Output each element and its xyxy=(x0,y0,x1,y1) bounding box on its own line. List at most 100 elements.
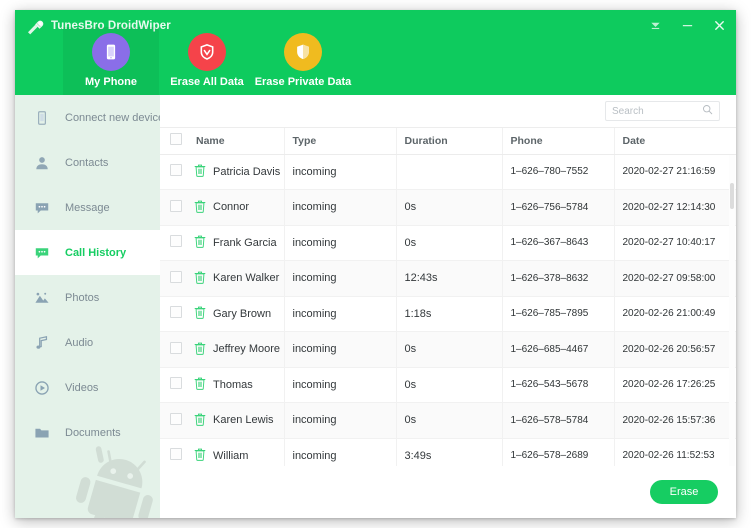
trash-icon[interactable] xyxy=(194,163,206,180)
cell-phone: 1–626–378–8632 xyxy=(502,261,614,297)
contact-name: Connor xyxy=(213,201,249,213)
vertical-scrollbar[interactable] xyxy=(729,155,735,466)
cell-date: 2020-02-27 09:58:00 xyxy=(614,261,736,297)
sidebar-item-call-history[interactable]: Call History xyxy=(15,230,160,275)
column-header-duration[interactable]: Duration xyxy=(396,128,502,154)
row-checkbox[interactable] xyxy=(170,164,182,176)
shield-lock-icon xyxy=(284,33,322,71)
search-box[interactable] xyxy=(605,101,720,121)
table-row[interactable]: Gary Brown incoming 1:18s 1–626–785–7895… xyxy=(160,296,736,332)
sidebar-item-label: Photos xyxy=(65,292,99,304)
sidebar-item-label: Documents xyxy=(65,427,121,439)
sidebar-item-audio[interactable]: Audio xyxy=(15,320,160,365)
minimize-button[interactable] xyxy=(678,16,696,34)
content-toolbar xyxy=(160,95,736,127)
sidebar-item-contacts[interactable]: Contacts xyxy=(15,140,160,185)
trash-icon[interactable] xyxy=(194,270,206,287)
column-header-phone[interactable]: Phone xyxy=(502,128,614,154)
contact-name: Jeffrey Moore xyxy=(213,343,280,355)
sidebar-item-label: Message xyxy=(65,202,110,214)
folder-icon xyxy=(33,424,51,442)
content-panel: Name Type Duration Phone Date xyxy=(160,95,736,518)
trash-icon[interactable] xyxy=(194,341,206,358)
screen: TunesBro DroidWiper xyxy=(0,0,751,528)
cell-date: 2020-02-27 21:16:59 xyxy=(614,154,736,190)
shield-check-icon xyxy=(188,33,226,71)
cell-phone: 1–626–543–5678 xyxy=(502,367,614,403)
trash-icon[interactable] xyxy=(194,305,206,322)
row-select-cell xyxy=(160,332,188,368)
contact-name: William xyxy=(213,450,248,462)
table-body: Patricia Davis incoming 1–626–780–7552 2… xyxy=(160,154,736,466)
cell-type: incoming xyxy=(284,225,396,261)
sidebar-item-documents[interactable]: Documents xyxy=(15,410,160,455)
footer-bar: Erase xyxy=(160,466,736,518)
smartphone-icon xyxy=(92,33,130,71)
row-checkbox[interactable] xyxy=(170,200,182,212)
row-checkbox[interactable] xyxy=(170,448,182,460)
cell-phone: 1–626–756–5784 xyxy=(502,190,614,226)
row-checkbox[interactable] xyxy=(170,271,182,283)
window-controls xyxy=(646,16,728,34)
cell-duration: 0s xyxy=(396,332,502,368)
row-checkbox[interactable] xyxy=(170,235,182,247)
trash-icon[interactable] xyxy=(194,376,206,393)
chat-bubble-icon xyxy=(33,199,51,217)
row-select-cell xyxy=(160,190,188,226)
cell-phone: 1–626–780–7552 xyxy=(502,154,614,190)
column-header-type[interactable]: Type xyxy=(284,128,396,154)
tab-label: My Phone xyxy=(85,76,137,88)
sidebar-item-label: Audio xyxy=(65,337,93,349)
tab-label: Erase All Data xyxy=(170,76,244,88)
cell-type: incoming xyxy=(284,190,396,226)
trash-icon[interactable] xyxy=(194,199,206,216)
cell-duration: 0s xyxy=(396,190,502,226)
sidebar-item-connect-new-device[interactable]: Connect new device xyxy=(15,95,160,140)
cell-duration: 0s xyxy=(396,403,502,439)
trash-icon[interactable] xyxy=(194,234,206,251)
cell-type: incoming xyxy=(284,367,396,403)
contact-name: Patricia Davis xyxy=(213,166,280,178)
sidebar-item-message[interactable]: Message xyxy=(15,185,160,230)
scrollbar-thumb[interactable] xyxy=(730,183,734,209)
call-history-table-wrapper: Name Type Duration Phone Date xyxy=(160,127,736,466)
row-checkbox[interactable] xyxy=(170,306,182,318)
search-icon[interactable] xyxy=(702,102,713,120)
trash-icon[interactable] xyxy=(194,412,206,429)
tab-erase-all-data[interactable]: Erase All Data xyxy=(159,27,255,95)
table-row[interactable]: Connor incoming 0s 1–626–756–5784 2020-0… xyxy=(160,190,736,226)
music-note-icon xyxy=(33,334,51,352)
row-select-cell xyxy=(160,367,188,403)
minimize-to-tray-button[interactable] xyxy=(646,16,664,34)
table-row[interactable]: Frank Garcia incoming 0s 1–626–367–8643 … xyxy=(160,225,736,261)
search-input[interactable] xyxy=(612,106,702,117)
cell-name: Thomas xyxy=(188,367,284,403)
erase-button[interactable]: Erase xyxy=(650,480,718,504)
row-checkbox[interactable] xyxy=(170,377,182,389)
sidebar-item-videos[interactable]: Videos xyxy=(15,365,160,410)
row-checkbox[interactable] xyxy=(170,413,182,425)
main-toolbar: My Phone Erase All Data xyxy=(63,27,351,95)
table-row[interactable]: Karen Lewis incoming 0s 1–626–578–5784 2… xyxy=(160,403,736,439)
cell-date: 2020-02-26 17:26:25 xyxy=(614,367,736,403)
close-button[interactable] xyxy=(710,16,728,34)
table-row[interactable]: Karen Walker incoming 12:43s 1–626–378–8… xyxy=(160,261,736,297)
table-row[interactable]: William incoming 3:49s 1–626–578–2689 20… xyxy=(160,438,736,466)
tab-erase-private-data[interactable]: Erase Private Data xyxy=(255,27,351,95)
select-all-checkbox[interactable] xyxy=(170,133,182,145)
table-row[interactable]: Patricia Davis incoming 1–626–780–7552 2… xyxy=(160,154,736,190)
cell-duration: 0s xyxy=(396,367,502,403)
row-select-cell xyxy=(160,225,188,261)
cell-date: 2020-02-27 12:14:30 xyxy=(614,190,736,226)
tab-my-phone[interactable]: My Phone xyxy=(63,27,159,95)
trash-icon[interactable] xyxy=(194,447,206,464)
column-header-name[interactable]: Name xyxy=(188,128,284,154)
sidebar-item-photos[interactable]: Photos xyxy=(15,275,160,320)
cell-name: Gary Brown xyxy=(188,296,284,332)
column-header-date[interactable]: Date xyxy=(614,128,736,154)
cell-type: incoming xyxy=(284,154,396,190)
table-row[interactable]: Jeffrey Moore incoming 0s 1–626–685–4467… xyxy=(160,332,736,368)
cell-name: William xyxy=(188,438,284,466)
table-row[interactable]: Thomas incoming 0s 1–626–543–5678 2020-0… xyxy=(160,367,736,403)
row-checkbox[interactable] xyxy=(170,342,182,354)
